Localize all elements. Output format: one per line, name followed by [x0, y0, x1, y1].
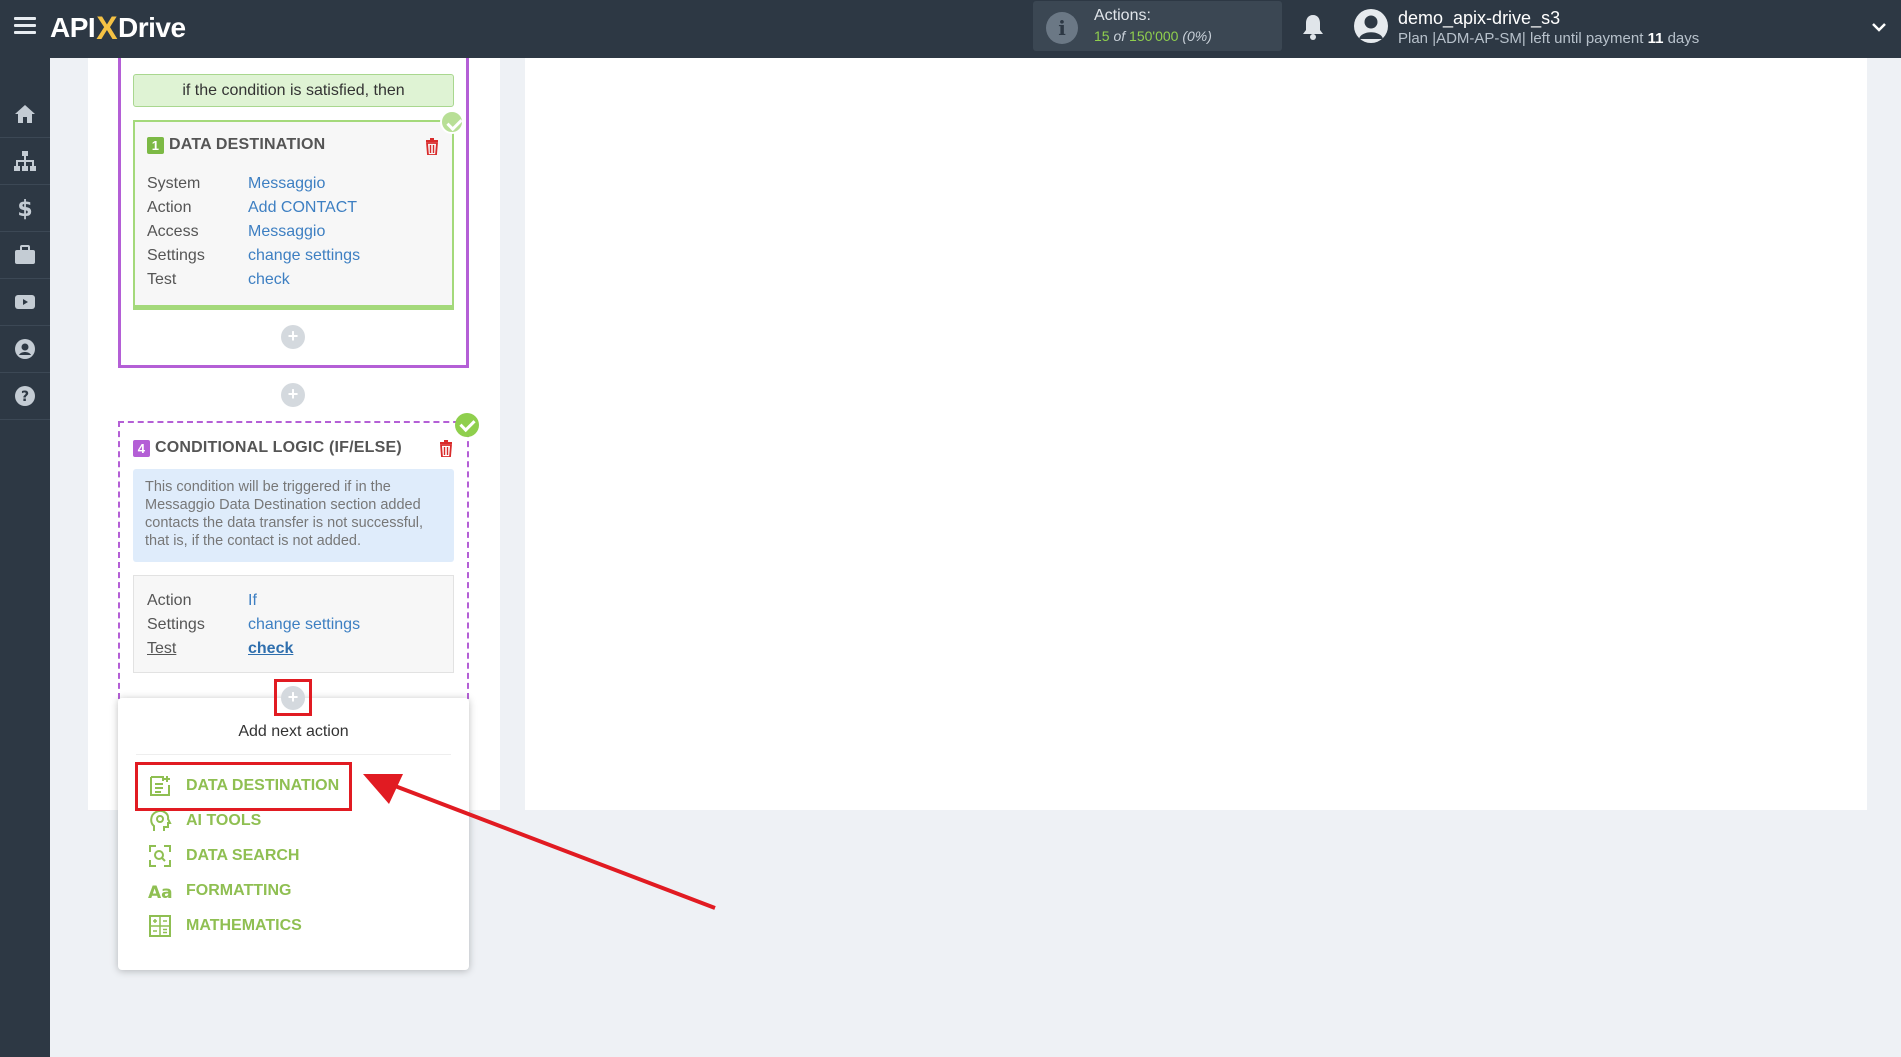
user-name[interactable]: demo_apix-drive_s3 [1398, 8, 1560, 29]
system-link[interactable]: Messaggio [248, 175, 325, 193]
divider [136, 754, 451, 755]
trash-icon[interactable] [425, 138, 439, 155]
menu-title: Add next action [238, 723, 349, 740]
condition-banner: if the condition is satisfied, then [133, 74, 454, 107]
logo-x: X [96, 9, 118, 46]
test-link[interactable]: check [248, 271, 290, 289]
bell-icon[interactable] [1301, 13, 1325, 41]
access-link[interactable]: Messaggio [248, 223, 325, 241]
text-aa-icon: Aa [148, 883, 172, 903]
step-number: 1 [147, 136, 164, 154]
logic-card-rows: Action If Settings change settings Test che… [147, 592, 447, 664]
check-icon [455, 413, 479, 437]
dest-card-title: 1 DATA DESTINATION [147, 136, 325, 154]
actions-count: 15 of 150'000 (0%) [1094, 28, 1212, 44]
user-circle-icon [15, 339, 35, 359]
svg-text:Aa: Aa [148, 883, 172, 903]
step-number: 4 [133, 439, 150, 457]
user-plan: Plan |ADM-AP-SM| left until payment 11 d… [1398, 30, 1700, 47]
check-icon [440, 110, 464, 134]
sidebar: $ ? [0, 58, 50, 1057]
test-link[interactable]: check [248, 640, 293, 658]
row-label: Settings [147, 616, 205, 633]
condition-description: This condition will be triggered if in t… [133, 469, 454, 562]
svg-text:$: $ [17, 197, 32, 220]
video-icon [15, 295, 35, 309]
menu-icon[interactable] [14, 17, 36, 35]
sidebar-item-billing[interactable]: $ [0, 185, 50, 232]
settings-link[interactable]: change settings [248, 247, 360, 265]
dollar-icon: $ [17, 197, 32, 220]
help-icon: ? [15, 386, 35, 406]
row-label: System [147, 175, 201, 192]
row-label: Access [147, 223, 199, 240]
menu-item-label: DATA SEARCH [186, 847, 300, 864]
menu-item-label: MATHEMATICS [186, 917, 302, 934]
ai-head-icon [150, 809, 172, 831]
highlight-frame [135, 762, 352, 811]
user-avatar-icon[interactable] [1354, 9, 1388, 43]
row-label: Test [147, 271, 177, 288]
menu-item-label: AI TOOLS [186, 812, 262, 829]
chevron-down-icon[interactable] [1872, 20, 1886, 34]
info-icon: i [1046, 12, 1078, 44]
add-step-button[interactable]: + [281, 383, 305, 407]
add-step-button[interactable]: + [281, 325, 305, 349]
menu-item-data-search[interactable]: DATA SEARCH [148, 842, 299, 870]
logo-drive: Drive [118, 12, 186, 43]
sidebar-item-help[interactable]: ? [0, 373, 50, 420]
sidebar-item-connections[interactable] [0, 138, 50, 185]
logic-card-title: 4 CONDITIONAL LOGIC (IF/ELSE) [133, 439, 402, 457]
trash-icon[interactable] [439, 440, 453, 457]
settings-link[interactable]: change settings [248, 616, 360, 634]
sidebar-item-home[interactable] [0, 91, 50, 138]
svg-text:?: ? [21, 389, 29, 405]
logo-api: API [50, 12, 96, 43]
row-label: Test [147, 640, 177, 657]
dest-card-rows: System Messaggio Action Add CONTACT Access… [147, 175, 447, 295]
annotation-arrow [363, 774, 716, 910]
home-icon [15, 105, 35, 123]
menu-item-mathematics[interactable]: MATHEMATICS [148, 912, 302, 940]
briefcase-icon [15, 245, 35, 264]
sidebar-item-account[interactable] [0, 326, 50, 373]
menu-item-label: FORMATTING [186, 882, 292, 899]
menu-item-ai-tools[interactable]: AI TOOLS [148, 807, 261, 835]
apix-drive-logo[interactable]: API X Drive [50, 10, 186, 46]
actions-title: Actions: [1094, 7, 1151, 24]
details-panel [525, 58, 1867, 810]
sidebar-item-video[interactable] [0, 279, 50, 326]
menu-item-formatting[interactable]: Aa FORMATTING [148, 877, 291, 905]
sitemap-icon [14, 151, 36, 171]
highlight-frame [274, 679, 312, 716]
sidebar-item-tools[interactable] [0, 232, 50, 279]
search-frame-icon [149, 845, 171, 867]
calculator-icon [149, 915, 171, 937]
action-link[interactable]: Add CONTACT [248, 199, 357, 217]
top-bar: API X Drive i Actions: 15 of 150'000 (0%) … [0, 0, 1901, 58]
row-label: Action [147, 592, 192, 609]
row-label: Action [147, 199, 192, 216]
action-link[interactable]: If [248, 592, 257, 610]
row-label: Settings [147, 247, 205, 264]
actions-counter[interactable]: i Actions: 15 of 150'000 (0%) [1033, 1, 1282, 51]
